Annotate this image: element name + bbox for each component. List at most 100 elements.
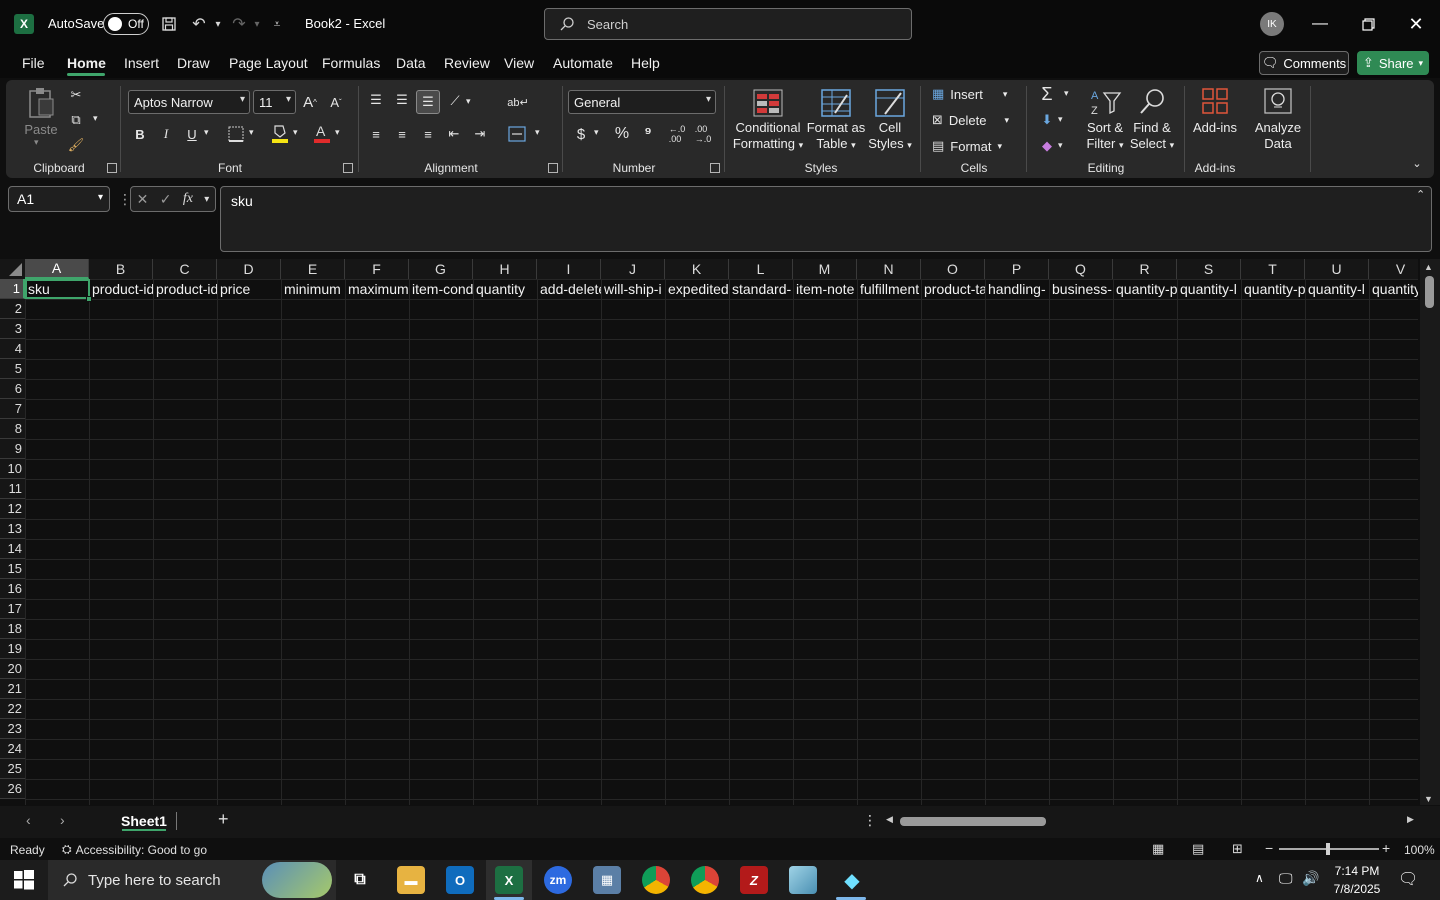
- scroll-right-icon[interactable]: ▶: [1407, 814, 1414, 825]
- network-icon[interactable]: 🖵: [1279, 870, 1293, 887]
- scroll-left-icon[interactable]: ◀: [886, 814, 893, 825]
- column-header-r[interactable]: R: [1113, 259, 1177, 279]
- underline-dropdown-icon[interactable]: ▾: [204, 127, 209, 138]
- tab-home[interactable]: Home: [67, 55, 106, 71]
- format-as-table-icon[interactable]: [820, 88, 852, 118]
- wrap-text-icon[interactable]: ab↵: [507, 92, 528, 112]
- add-sheet-icon[interactable]: +: [218, 809, 229, 830]
- analyze-data-button[interactable]: Analyze Data: [1252, 120, 1304, 152]
- copy-icon[interactable]: ⧉: [66, 111, 86, 129]
- excel-taskbar-icon[interactable]: X: [495, 866, 523, 894]
- cell-k1[interactable]: expedited-: [665, 279, 729, 299]
- row-header-6[interactable]: 6: [0, 379, 25, 399]
- analyze-data-icon[interactable]: [1262, 86, 1294, 116]
- cell-i1[interactable]: add-delete: [537, 279, 601, 299]
- cell-h1[interactable]: quantity: [473, 279, 537, 299]
- merge-center-icon[interactable]: [506, 124, 528, 144]
- cell-j1[interactable]: will-ship-i: [601, 279, 665, 299]
- page-break-view-icon[interactable]: ⊞: [1232, 841, 1243, 857]
- orientation-dropdown-icon[interactable]: ▾: [466, 96, 471, 107]
- row-header-13[interactable]: 13: [0, 519, 25, 539]
- row-header-15[interactable]: 15: [0, 559, 25, 579]
- horizontal-scroll-thumb[interactable]: [900, 817, 1046, 826]
- row-header-17[interactable]: 17: [0, 599, 25, 619]
- cell-f1[interactable]: maximum: [345, 279, 409, 299]
- tab-data[interactable]: Data: [396, 55, 426, 71]
- cell-q1[interactable]: business-: [1049, 279, 1113, 299]
- customize-toolbar-icon[interactable]: ⩡: [266, 13, 288, 35]
- alignment-launcher-icon[interactable]: [548, 163, 558, 173]
- row-header-25[interactable]: 25: [0, 759, 25, 779]
- row-header-8[interactable]: 8: [0, 419, 25, 439]
- row-header-12[interactable]: 12: [0, 499, 25, 519]
- top-align-icon[interactable]: ☰: [366, 90, 386, 110]
- row-header-20[interactable]: 20: [0, 659, 25, 679]
- cell-c1[interactable]: product-id: [153, 279, 217, 299]
- page-layout-view-icon[interactable]: ▤: [1192, 841, 1204, 857]
- scroll-down-icon[interactable]: ▼: [1424, 794, 1433, 804]
- cell-d1[interactable]: price: [217, 279, 281, 299]
- row-header-9[interactable]: 9: [0, 439, 25, 459]
- normal-view-icon[interactable]: ▦: [1152, 841, 1164, 857]
- fill-dropdown-icon[interactable]: ▾: [1058, 114, 1063, 125]
- font-color-dropdown-icon[interactable]: ▾: [335, 127, 340, 138]
- bottom-align-icon[interactable]: ☰: [416, 90, 440, 114]
- conditional-formatting-icon[interactable]: [752, 88, 784, 118]
- sheet-tab-sheet1[interactable]: Sheet1: [114, 806, 174, 836]
- taskbar-clock[interactable]: 7:14 PM 7/8/2025: [1322, 862, 1392, 898]
- column-header-l[interactable]: L: [729, 259, 793, 279]
- autosum-dropdown-icon[interactable]: ▾: [1064, 88, 1069, 99]
- cell-p1[interactable]: handling-: [985, 279, 1049, 299]
- add-ins-icon[interactable]: [1200, 86, 1230, 116]
- enter-icon[interactable]: ✓: [160, 191, 172, 208]
- undo-dropdown-icon[interactable]: ▾: [207, 13, 229, 35]
- copy-dropdown-icon[interactable]: ▾: [93, 113, 98, 124]
- column-header-a[interactable]: A: [25, 259, 89, 279]
- row-header-23[interactable]: 23: [0, 719, 25, 739]
- comma-style-icon[interactable]: ⁹: [640, 124, 656, 144]
- zoom-slider-knob[interactable]: [1326, 843, 1330, 855]
- find-select-button[interactable]: Find & Select ▾: [1126, 120, 1178, 153]
- cell-e1[interactable]: minimum: [281, 279, 345, 299]
- tab-file[interactable]: File: [22, 55, 45, 71]
- tab-help[interactable]: Help: [631, 55, 660, 71]
- chrome-icon[interactable]: [642, 866, 670, 894]
- insert-cells-button[interactable]: ▦ Insert ▾: [932, 86, 1007, 102]
- column-header-e[interactable]: E: [281, 259, 345, 279]
- ribbon-collapse-icon[interactable]: ⌄: [1410, 156, 1424, 170]
- row-header-5[interactable]: 5: [0, 359, 25, 379]
- paste-label[interactable]: Paste: [22, 122, 60, 138]
- row-header-2[interactable]: 2: [0, 299, 25, 319]
- scroll-up-icon[interactable]: ▲: [1424, 262, 1433, 272]
- column-header-g[interactable]: G: [409, 259, 473, 279]
- sheet-bar-grip-icon[interactable]: ⋮: [863, 812, 877, 829]
- tab-page-layout[interactable]: Page Layout: [229, 55, 308, 71]
- column-header-f[interactable]: F: [345, 259, 409, 279]
- cell-r1[interactable]: quantity-p: [1113, 279, 1177, 299]
- minimize-icon[interactable]: —: [1308, 12, 1332, 36]
- sort-filter-icon[interactable]: AZ: [1090, 86, 1122, 118]
- column-header-d[interactable]: D: [217, 259, 281, 279]
- format-painter-icon[interactable]: 🖌: [66, 136, 86, 154]
- tab-insert[interactable]: Insert: [124, 55, 159, 71]
- clipboard-launcher-icon[interactable]: [107, 163, 117, 173]
- cancel-icon[interactable]: ✕: [137, 191, 149, 208]
- column-header-m[interactable]: M: [793, 259, 857, 279]
- worksheet-grid[interactable]: ABCDEFGHIJKLMNOPQRSTUV 1 2 3 4 5 6 7 8 9 10 11 12 13…: [0, 259, 1418, 805]
- autosave-toggle[interactable]: Off: [103, 13, 149, 35]
- outlook-icon[interactable]: O: [446, 866, 474, 894]
- column-header-t[interactable]: T: [1241, 259, 1305, 279]
- tab-draw[interactable]: Draw: [177, 55, 210, 71]
- clear-dropdown-icon[interactable]: ▾: [1058, 140, 1063, 151]
- vertical-scrollbar[interactable]: [1420, 259, 1440, 805]
- cell-u1[interactable]: quantity-l: [1305, 279, 1369, 299]
- search-input[interactable]: Search: [544, 8, 912, 40]
- tab-formulas[interactable]: Formulas: [322, 55, 380, 71]
- column-header-o[interactable]: O: [921, 259, 985, 279]
- row-header-11[interactable]: 11: [0, 479, 25, 499]
- orientation-icon[interactable]: ⟋: [446, 92, 464, 110]
- fill-icon[interactable]: ⬇: [1038, 111, 1056, 129]
- column-header-n[interactable]: N: [857, 259, 921, 279]
- cut-icon[interactable]: ✂: [66, 86, 86, 104]
- number-format-select[interactable]: General ▾: [568, 90, 716, 114]
